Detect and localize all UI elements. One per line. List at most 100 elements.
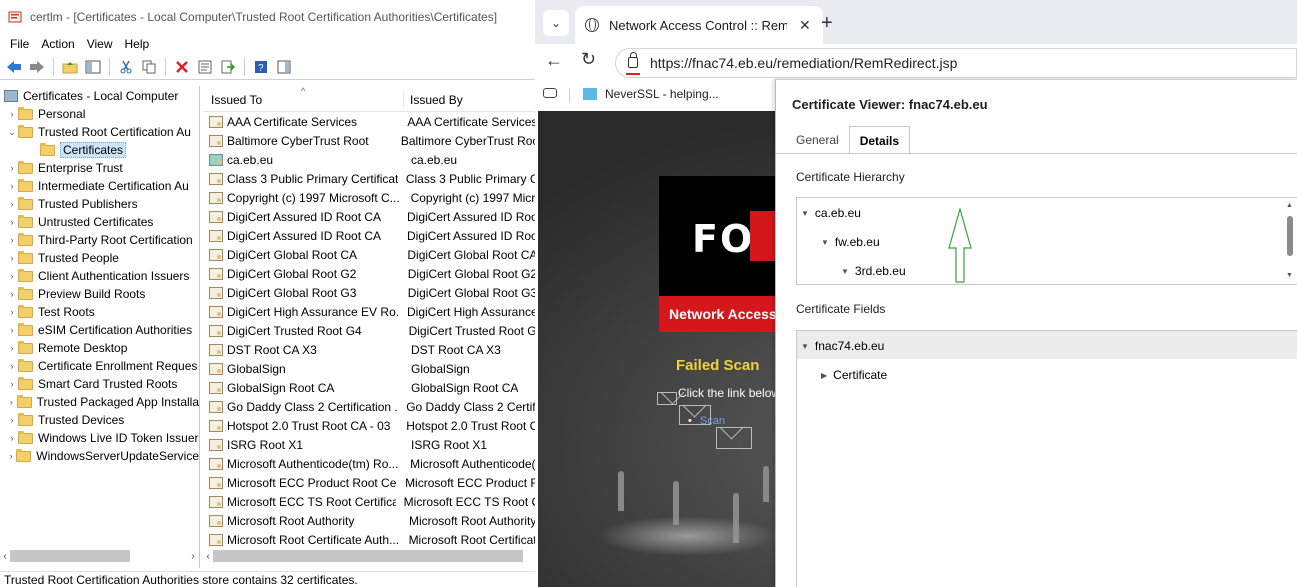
chevron-down-icon[interactable]: ⌄ bbox=[6, 127, 18, 138]
back-arrow-icon[interactable]: ← bbox=[545, 50, 563, 71]
address-bar[interactable]: https://fnac74.eb.eu/remediation/RemRedi… bbox=[615, 48, 1297, 78]
tree-item[interactable]: › Intermediate Certification Au bbox=[0, 177, 199, 195]
chevron-right-icon[interactable]: › bbox=[6, 199, 18, 209]
tree-item[interactable]: › Trusted Packaged App Installa bbox=[0, 393, 199, 411]
tree-item[interactable]: › Trusted Publishers bbox=[0, 195, 199, 213]
cut-icon[interactable] bbox=[116, 57, 136, 77]
column-issued-by[interactable]: Issued By bbox=[403, 93, 463, 107]
chevron-right-icon[interactable]: › bbox=[6, 325, 18, 335]
tree-item[interactable]: Certificates bbox=[0, 141, 199, 159]
tree-item[interactable]: › Smart Card Trusted Roots bbox=[0, 375, 199, 393]
tab-details[interactable]: Details bbox=[848, 126, 911, 154]
chevron-right-icon[interactable]: › bbox=[6, 379, 18, 389]
tree-item[interactable]: › eSIM Certification Authorities bbox=[0, 321, 199, 339]
export-icon[interactable] bbox=[218, 57, 238, 77]
certificate-row[interactable]: AAA Certificate Services AAA Certificate … bbox=[203, 112, 535, 131]
certificate-row[interactable]: Microsoft Authenticode(tm) Ro... Microsof… bbox=[203, 454, 535, 473]
chevron-right-icon[interactable]: › bbox=[6, 343, 18, 353]
up-folder-icon[interactable] bbox=[60, 57, 80, 77]
certificate-row[interactable]: Microsoft Root Authority Microsoft Root A… bbox=[203, 511, 535, 530]
menu-action[interactable]: Action bbox=[35, 37, 80, 51]
chevron-right-icon[interactable]: › bbox=[6, 109, 18, 119]
tab-list-button[interactable]: ⌄ bbox=[543, 10, 569, 36]
lock-icon[interactable] bbox=[628, 52, 638, 68]
tree-item[interactable]: › Windows Live ID Token Issuer bbox=[0, 429, 199, 447]
certificate-row[interactable]: DigiCert Global Root G3 DigiCert Global R… bbox=[203, 283, 535, 302]
tree-item[interactable]: › Test Roots bbox=[0, 303, 199, 321]
certificate-row[interactable]: DigiCert Assured ID Root CA DigiCert Assu… bbox=[203, 226, 535, 245]
tree-item[interactable]: › Trusted Devices bbox=[0, 411, 199, 429]
tree-item[interactable]: › Trusted People bbox=[0, 249, 199, 267]
certificate-row[interactable]: DigiCert Global Root CA DigiCert Global R… bbox=[203, 245, 535, 264]
help-icon[interactable]: ? bbox=[251, 57, 271, 77]
menu-file[interactable]: File bbox=[4, 37, 35, 51]
chevron-right-icon[interactable]: › bbox=[6, 415, 18, 425]
tree-item[interactable]: › Untrusted Certificates bbox=[0, 213, 199, 231]
certificate-row[interactable]: GlobalSign GlobalSign bbox=[203, 359, 535, 378]
certificate-row[interactable]: DST Root CA X3 DST Root CA X3 bbox=[203, 340, 535, 359]
certificate-row[interactable]: Microsoft Root Certificate Auth... Micros… bbox=[203, 530, 535, 549]
certificate-row[interactable]: DigiCert Trusted Root G4 DigiCert Trusted… bbox=[203, 321, 535, 340]
certificate-row[interactable]: Class 3 Public Primary Certificat... Clas… bbox=[203, 169, 535, 188]
menu-help[interactable]: Help bbox=[119, 37, 156, 51]
chevron-right-icon[interactable]: › bbox=[6, 451, 16, 461]
menu-view[interactable]: View bbox=[81, 37, 119, 51]
tab-network-access-control[interactable]: Network Access Control :: Remediation ✕ bbox=[575, 6, 823, 44]
collections-icon[interactable] bbox=[543, 88, 557, 98]
chevron-right-icon[interactable]: › bbox=[6, 289, 18, 299]
certificate-row[interactable]: Copyright (c) 1997 Microsoft C... Copyrig… bbox=[203, 188, 535, 207]
chevron-right-icon[interactable]: › bbox=[6, 361, 18, 371]
refresh-icon[interactable]: ↻ bbox=[581, 49, 596, 70]
copy-icon[interactable] bbox=[139, 57, 159, 77]
tree-item[interactable]: › WindowsServerUpdateService bbox=[0, 447, 199, 465]
action-pane-icon[interactable] bbox=[274, 57, 294, 77]
scroll-up-icon[interactable]: ▲ bbox=[1286, 202, 1293, 209]
certificate-row[interactable]: DigiCert Global Root G2 DigiCert Global R… bbox=[203, 264, 535, 283]
tree-item[interactable]: › Enterprise Trust bbox=[0, 159, 199, 177]
tree-hscrollbar[interactable]: ‹ › bbox=[0, 548, 198, 564]
field-item-certificate[interactable]: ▶ Certificate bbox=[821, 368, 887, 382]
tab-general[interactable]: General bbox=[786, 126, 849, 154]
chevron-right-icon[interactable]: › bbox=[6, 253, 18, 263]
chevron-right-icon[interactable]: › bbox=[6, 217, 18, 227]
chevron-right-icon[interactable]: › bbox=[6, 235, 18, 245]
tree-root[interactable]: Certificates - Local Computer bbox=[0, 87, 199, 105]
certificate-row[interactable]: ISRG Root X1 ISRG Root X1 bbox=[203, 435, 535, 454]
tree-item[interactable]: › Remote Desktop bbox=[0, 339, 199, 357]
list-hscrollbar[interactable]: ‹ bbox=[203, 548, 535, 564]
certificate-row[interactable]: DigiCert High Assurance EV Ro... DigiCert… bbox=[203, 302, 535, 321]
chevron-right-icon[interactable]: › bbox=[6, 181, 18, 191]
scroll-down-icon[interactable]: ▼ bbox=[1286, 272, 1293, 279]
tree-item[interactable]: › Certificate Enrollment Reques bbox=[0, 357, 199, 375]
properties-icon[interactable] bbox=[195, 57, 215, 77]
delete-icon[interactable] bbox=[172, 57, 192, 77]
forward-icon[interactable] bbox=[27, 57, 47, 77]
close-tab-icon[interactable]: ✕ bbox=[799, 17, 811, 34]
hierarchy-scrollbar[interactable]: ▲ ▼ bbox=[1286, 202, 1294, 280]
certificate-row[interactable]: ca.eb.eu ca.eb.eu bbox=[203, 150, 535, 169]
field-item-root[interactable]: ▼ fnac74.eb.eu bbox=[801, 339, 884, 353]
certificate-row[interactable]: Baltimore CyberTrust Root Baltimore Cyber… bbox=[203, 131, 535, 150]
certificate-row[interactable]: Microsoft ECC Product Root Ce... Microsof… bbox=[203, 473, 535, 492]
chevron-right-icon[interactable]: › bbox=[6, 271, 18, 281]
tree-item[interactable]: › Preview Build Roots bbox=[0, 285, 199, 303]
back-icon[interactable] bbox=[4, 57, 24, 77]
new-tab-icon[interactable]: + bbox=[821, 12, 833, 35]
certificate-row[interactable]: Microsoft ECC TS Root Certifica... Micros… bbox=[203, 492, 535, 511]
chevron-right-icon[interactable]: › bbox=[6, 163, 18, 173]
certificate-row[interactable]: GlobalSign Root CA GlobalSign Root CA bbox=[203, 378, 535, 397]
chevron-right-icon[interactable]: › bbox=[6, 433, 18, 443]
tree-item[interactable]: › Personal bbox=[0, 105, 199, 123]
hierarchy-item-ca[interactable]: ▼ ca.eb.eu bbox=[801, 206, 861, 220]
chevron-right-icon[interactable]: › bbox=[6, 397, 17, 407]
certificate-row[interactable]: Go Daddy Class 2 Certification ... Go Dad… bbox=[203, 397, 535, 416]
tree-item[interactable]: › Client Authentication Issuers bbox=[0, 267, 199, 285]
certificate-row[interactable]: Hotspot 2.0 Trust Root CA - 03 Hotspot 2.… bbox=[203, 416, 535, 435]
favorite-neverssl[interactable]: NeverSSL - helping... bbox=[583, 87, 719, 101]
certificate-row[interactable]: DigiCert Assured ID Root CA DigiCert Assu… bbox=[203, 207, 535, 226]
hierarchy-item-fw[interactable]: ▼ fw.eb.eu bbox=[821, 235, 880, 249]
tree-item[interactable]: › Third-Party Root Certification bbox=[0, 231, 199, 249]
show-hide-tree-icon[interactable] bbox=[83, 57, 103, 77]
chevron-right-icon[interactable]: › bbox=[6, 307, 18, 317]
hierarchy-item-3rd[interactable]: ▼ 3rd.eb.eu bbox=[841, 264, 906, 278]
